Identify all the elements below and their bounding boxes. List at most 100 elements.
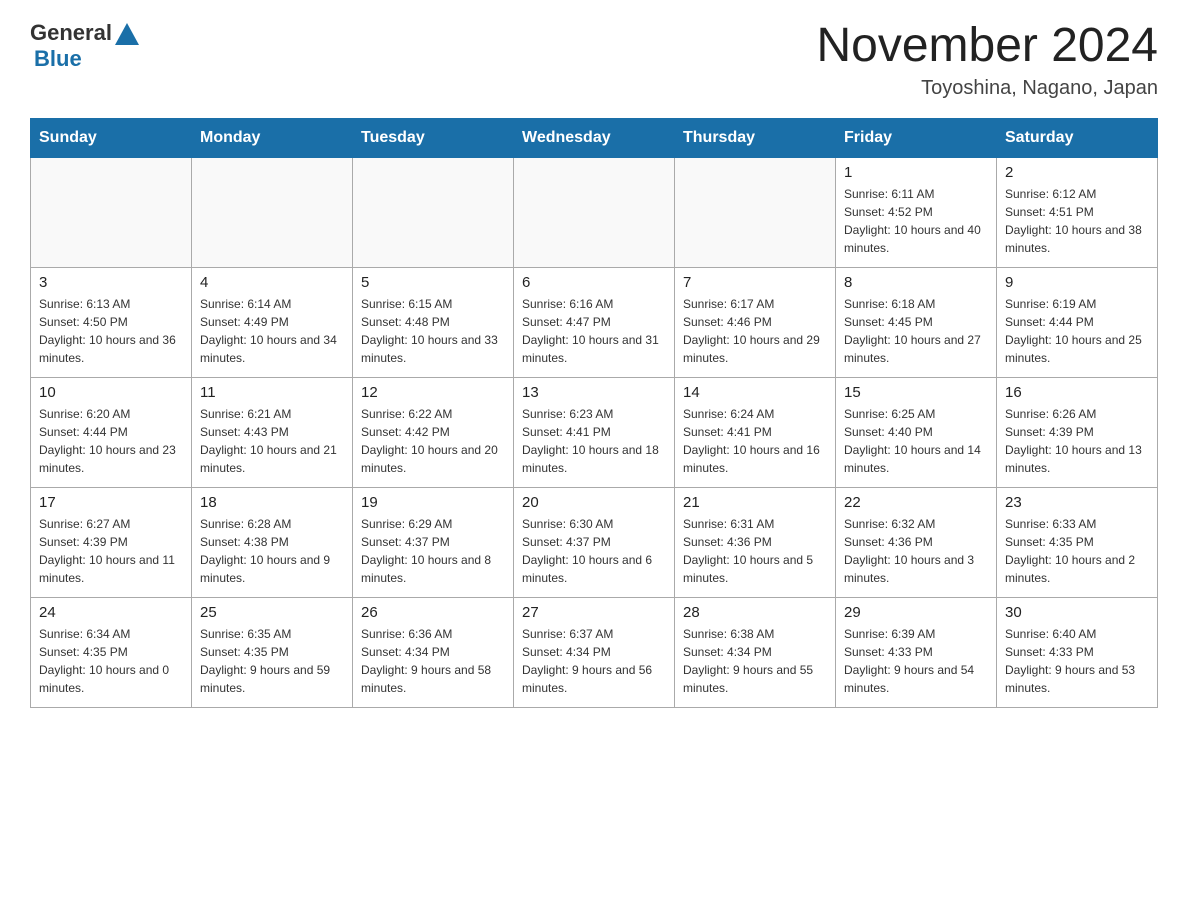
week-row-2: 3 Sunrise: 6:13 AM Sunset: 4:50 PM Daylig…: [31, 267, 1158, 377]
day-info: Sunrise: 6:32 AM Sunset: 4:36 PM Dayligh…: [844, 515, 988, 587]
day-info: Sunrise: 6:27 AM Sunset: 4:39 PM Dayligh…: [39, 515, 183, 587]
day-cell: 15Sunrise: 6:25 AM Sunset: 4:40 PM Dayli…: [836, 377, 997, 487]
day-cell: 1Sunrise: 6:11 AM Sunset: 4:52 PM Daylig…: [836, 157, 997, 267]
day-cell: 5 Sunrise: 6:15 AM Sunset: 4:48 PM Daylig…: [353, 267, 514, 377]
logo-general-text: General: [30, 20, 112, 46]
day-number: 7: [683, 274, 827, 291]
day-number: 6: [522, 274, 666, 291]
day-number: 12: [361, 384, 505, 401]
day-number: 24: [39, 604, 183, 621]
day-number: 4: [200, 274, 344, 291]
day-cell: 16 Sunrise: 6:26 AM Sunset: 4:39 PM Dayli…: [997, 377, 1158, 487]
day-info: Sunrise: 6:37 AM Sunset: 4:34 PM Dayligh…: [522, 625, 666, 697]
title-area: November 2024 Toyoshina, Nagano, Japan: [816, 20, 1158, 100]
day-info: Sunrise: 6:23 AM Sunset: 4:41 PM Dayligh…: [522, 405, 666, 477]
day-info: Sunrise: 6:38 AM Sunset: 4:34 PM Dayligh…: [683, 625, 827, 697]
day-number: 20: [522, 494, 666, 511]
week-row-5: 24 Sunrise: 6:34 AM Sunset: 4:35 PM Dayli…: [31, 597, 1158, 707]
day-number: 16: [1005, 384, 1149, 401]
day-info: Sunrise: 6:20 AM Sunset: 4:44 PM Dayligh…: [39, 405, 183, 477]
day-cell: 19 Sunrise: 6:29 AM Sunset: 4:37 PM Dayli…: [353, 487, 514, 597]
day-cell: 12 Sunrise: 6:22 AM Sunset: 4:42 PM Dayli…: [353, 377, 514, 487]
logo-triangle-icon: [115, 23, 139, 45]
day-number: 1: [844, 164, 988, 181]
day-number: 26: [361, 604, 505, 621]
logo-blue-text: Blue: [34, 46, 82, 72]
day-number: 5: [361, 274, 505, 291]
day-info: Sunrise: 6:24 AM Sunset: 4:41 PM Dayligh…: [683, 405, 827, 477]
day-info: Sunrise: 6:21 AM Sunset: 4:43 PM Dayligh…: [200, 405, 344, 477]
header: General Blue November 2024 Toyoshina, Na…: [30, 20, 1158, 100]
day-number: 14: [683, 384, 827, 401]
day-cell: 22 Sunrise: 6:32 AM Sunset: 4:36 PM Dayli…: [836, 487, 997, 597]
day-cell: 29Sunrise: 6:39 AM Sunset: 4:33 PM Dayli…: [836, 597, 997, 707]
day-cell: 23Sunrise: 6:33 AM Sunset: 4:35 PM Dayli…: [997, 487, 1158, 597]
day-number: 13: [522, 384, 666, 401]
day-cell: 17 Sunrise: 6:27 AM Sunset: 4:39 PM Dayli…: [31, 487, 192, 597]
week-row-4: 17 Sunrise: 6:27 AM Sunset: 4:39 PM Dayli…: [31, 487, 1158, 597]
day-info: Sunrise: 6:28 AM Sunset: 4:38 PM Dayligh…: [200, 515, 344, 587]
day-info: Sunrise: 6:29 AM Sunset: 4:37 PM Dayligh…: [361, 515, 505, 587]
day-cell: 18 Sunrise: 6:28 AM Sunset: 4:38 PM Dayli…: [192, 487, 353, 597]
weekday-header-monday: Monday: [192, 118, 353, 157]
day-info: Sunrise: 6:30 AM Sunset: 4:37 PM Dayligh…: [522, 515, 666, 587]
weekday-header-friday: Friday: [836, 118, 997, 157]
day-number: 19: [361, 494, 505, 511]
day-info: Sunrise: 6:26 AM Sunset: 4:39 PM Dayligh…: [1005, 405, 1149, 477]
day-number: 22: [844, 494, 988, 511]
weekday-header-row: SundayMondayTuesdayWednesdayThursdayFrid…: [31, 118, 1158, 157]
day-cell: [675, 157, 836, 267]
day-info: Sunrise: 6:16 AM Sunset: 4:47 PM Dayligh…: [522, 295, 666, 367]
day-number: 23: [1005, 494, 1149, 511]
day-number: 15: [844, 384, 988, 401]
day-number: 17: [39, 494, 183, 511]
day-cell: [31, 157, 192, 267]
day-info: Sunrise: 6:34 AM Sunset: 4:35 PM Dayligh…: [39, 625, 183, 697]
day-cell: [514, 157, 675, 267]
weekday-header-sunday: Sunday: [31, 118, 192, 157]
day-cell: 11 Sunrise: 6:21 AM Sunset: 4:43 PM Dayli…: [192, 377, 353, 487]
day-cell: 9Sunrise: 6:19 AM Sunset: 4:44 PM Daylig…: [997, 267, 1158, 377]
weekday-header-wednesday: Wednesday: [514, 118, 675, 157]
day-cell: 6 Sunrise: 6:16 AM Sunset: 4:47 PM Daylig…: [514, 267, 675, 377]
day-cell: 4Sunrise: 6:14 AM Sunset: 4:49 PM Daylig…: [192, 267, 353, 377]
day-cell: [353, 157, 514, 267]
day-cell: 27 Sunrise: 6:37 AM Sunset: 4:34 PM Dayli…: [514, 597, 675, 707]
calendar-title: November 2024: [816, 20, 1158, 73]
day-cell: 26 Sunrise: 6:36 AM Sunset: 4:34 PM Dayli…: [353, 597, 514, 707]
day-number: 2: [1005, 164, 1149, 181]
day-cell: 25Sunrise: 6:35 AM Sunset: 4:35 PM Dayli…: [192, 597, 353, 707]
day-cell: 8Sunrise: 6:18 AM Sunset: 4:45 PM Daylig…: [836, 267, 997, 377]
day-cell: 13 Sunrise: 6:23 AM Sunset: 4:41 PM Dayli…: [514, 377, 675, 487]
day-number: 21: [683, 494, 827, 511]
day-cell: 2Sunrise: 6:12 AM Sunset: 4:51 PM Daylig…: [997, 157, 1158, 267]
day-cell: 10 Sunrise: 6:20 AM Sunset: 4:44 PM Dayli…: [31, 377, 192, 487]
day-cell: 14 Sunrise: 6:24 AM Sunset: 4:41 PM Dayli…: [675, 377, 836, 487]
day-info: Sunrise: 6:13 AM Sunset: 4:50 PM Dayligh…: [39, 295, 183, 367]
day-info: Sunrise: 6:31 AM Sunset: 4:36 PM Dayligh…: [683, 515, 827, 587]
day-number: 3: [39, 274, 183, 291]
weekday-header-tuesday: Tuesday: [353, 118, 514, 157]
day-number: 18: [200, 494, 344, 511]
day-info: Sunrise: 6:17 AM Sunset: 4:46 PM Dayligh…: [683, 295, 827, 367]
day-cell: 21 Sunrise: 6:31 AM Sunset: 4:36 PM Dayli…: [675, 487, 836, 597]
day-number: 28: [683, 604, 827, 621]
day-cell: 20 Sunrise: 6:30 AM Sunset: 4:37 PM Dayli…: [514, 487, 675, 597]
week-row-1: 1Sunrise: 6:11 AM Sunset: 4:52 PM Daylig…: [31, 157, 1158, 267]
calendar-subtitle: Toyoshina, Nagano, Japan: [816, 77, 1158, 100]
day-cell: 28 Sunrise: 6:38 AM Sunset: 4:34 PM Dayli…: [675, 597, 836, 707]
day-info: Sunrise: 6:40 AM Sunset: 4:33 PM Dayligh…: [1005, 625, 1149, 697]
day-info: Sunrise: 6:35 AM Sunset: 4:35 PM Dayligh…: [200, 625, 344, 697]
day-number: 27: [522, 604, 666, 621]
day-info: Sunrise: 6:36 AM Sunset: 4:34 PM Dayligh…: [361, 625, 505, 697]
weekday-header-thursday: Thursday: [675, 118, 836, 157]
day-info: Sunrise: 6:22 AM Sunset: 4:42 PM Dayligh…: [361, 405, 505, 477]
day-number: 10: [39, 384, 183, 401]
calendar-table: SundayMondayTuesdayWednesdayThursdayFrid…: [30, 118, 1158, 708]
day-info: Sunrise: 6:18 AM Sunset: 4:45 PM Dayligh…: [844, 295, 988, 367]
week-row-3: 10 Sunrise: 6:20 AM Sunset: 4:44 PM Dayli…: [31, 377, 1158, 487]
day-cell: 7 Sunrise: 6:17 AM Sunset: 4:46 PM Daylig…: [675, 267, 836, 377]
day-number: 9: [1005, 274, 1149, 291]
day-info: Sunrise: 6:15 AM Sunset: 4:48 PM Dayligh…: [361, 295, 505, 367]
day-number: 11: [200, 384, 344, 401]
